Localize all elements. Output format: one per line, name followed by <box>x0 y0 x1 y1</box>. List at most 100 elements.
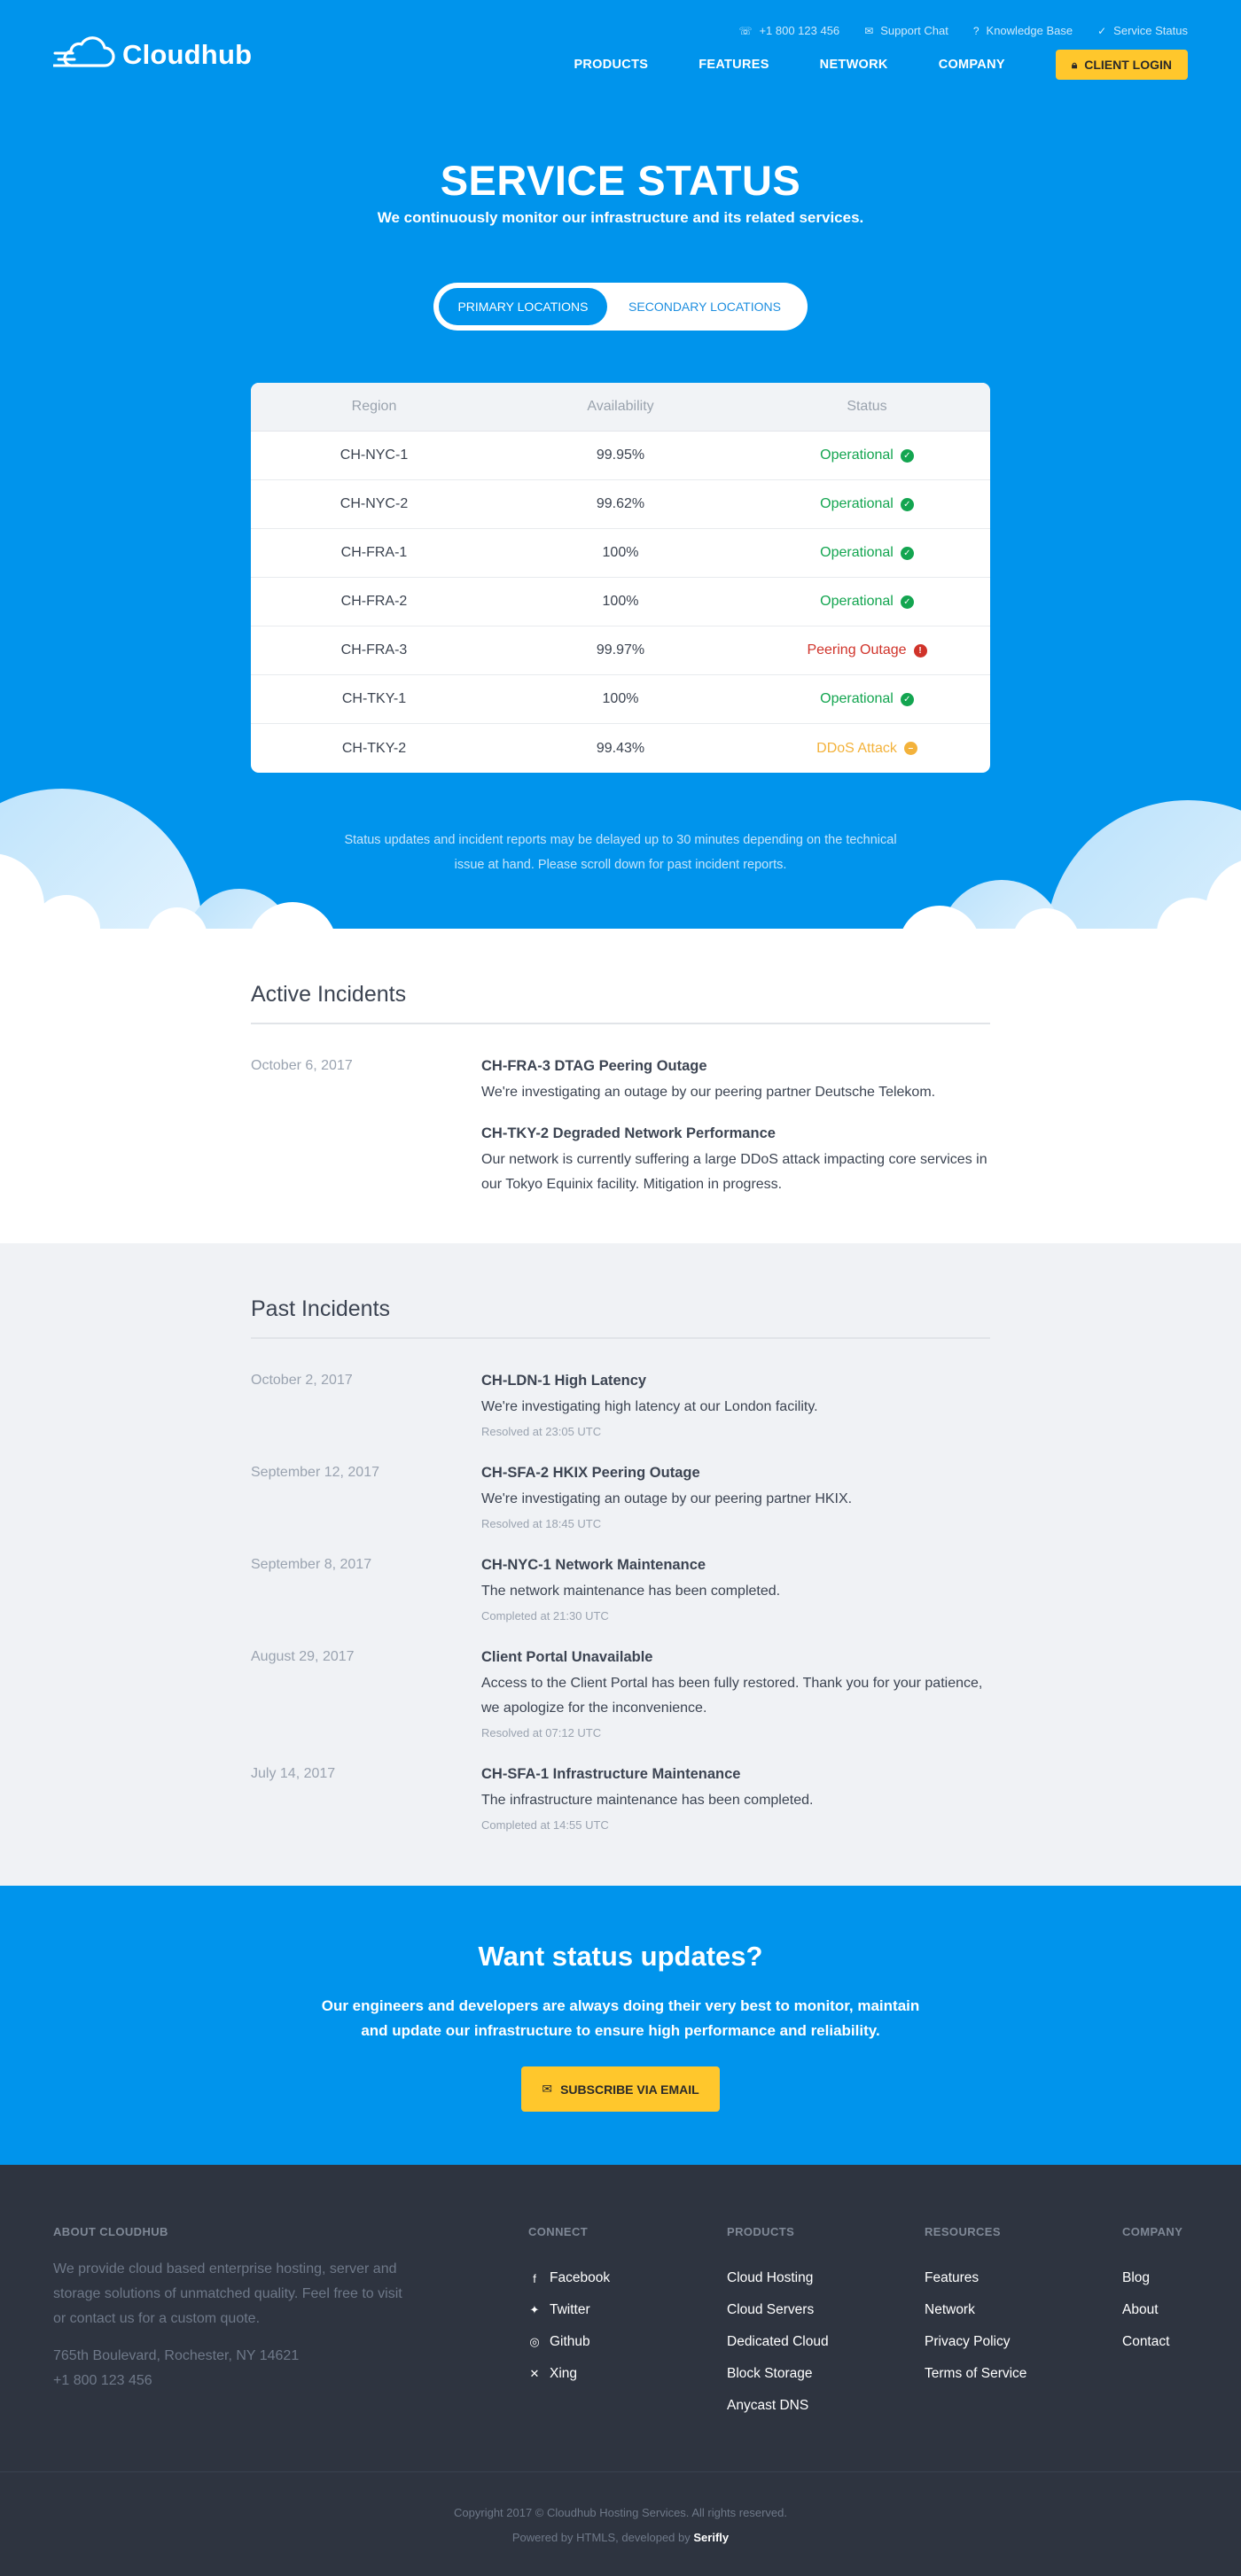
footer-resources: RESOURCES Features Network Privacy Polic… <box>925 2225 1026 2390</box>
check-circle-icon: ✓ <box>900 497 914 511</box>
incident-date: September 8, 2017 <box>251 1557 372 1572</box>
status-cell: Operational ✓ <box>744 691 990 707</box>
check-icon: ✓ <box>1097 24 1107 37</box>
status-cell: Operational ✓ <box>744 447 990 463</box>
footer-link-features[interactable]: Features <box>925 2262 1026 2294</box>
tab-primary-locations[interactable]: PRIMARY LOCATIONS <box>439 288 607 325</box>
incident-resolution: Resolved at 07:12 UTC <box>481 1726 602 1739</box>
table-row: CH-NYC-2 99.62% Operational ✓ <box>251 480 990 529</box>
question-icon: ? <box>972 24 980 37</box>
footer-resources-title: RESOURCES <box>925 2225 1001 2238</box>
utility-service-status[interactable]: ✓ Service Status <box>1097 24 1188 37</box>
tab-secondary-locations[interactable]: SECONDARY LOCATIONS <box>607 288 802 325</box>
footer-link-terms-of-service[interactable]: Terms of Service <box>925 2358 1026 2390</box>
status-cell: Operational ✓ <box>744 496 990 512</box>
twitter-icon: ✦ <box>529 2303 540 2316</box>
footer-link-dedicated-cloud[interactable]: Dedicated Cloud <box>727 2326 829 2358</box>
footer-link-about[interactable]: About <box>1122 2294 1182 2326</box>
table-row: CH-FRA-2 100% Operational ✓ <box>251 578 990 626</box>
status-label: Operational <box>820 691 894 706</box>
table-row: CH-TKY-1 100% Operational ✓ <box>251 675 990 724</box>
footer-link-github[interactable]: ◎ Github <box>528 2326 610 2358</box>
table-row: CH-FRA-1 100% Operational ✓ <box>251 529 990 578</box>
nav-network[interactable]: NETWORK <box>820 58 888 72</box>
incident-body: CH-LDN-1 High Latency We're investigatin… <box>481 1373 990 1438</box>
footer-link-twitter[interactable]: ✦ Twitter <box>528 2294 610 2326</box>
incident-body: CH-FRA-3 DTAG Peering Outage We're inves… <box>481 1058 990 1105</box>
past-incidents-section: Past Incidents October 2, 2017 CH-LDN-1 … <box>0 1243 1241 1886</box>
footer-resources-list: Features Network Privacy Policy Terms of… <box>925 2262 1026 2390</box>
xing-icon: ✕ <box>529 2367 540 2380</box>
footer-connect: CONNECT f Facebook ✦ Twitter ◎ Github ✕ Xing <box>528 2225 610 2390</box>
nav-products[interactable]: PRODUCTS <box>574 58 648 72</box>
incident-date: October 2, 2017 <box>251 1373 353 1388</box>
incident-body: Client Portal Unavailable Access to the … <box>481 1649 990 1739</box>
incident-resolution: Completed at 21:30 UTC <box>481 1609 609 1623</box>
nav-features[interactable]: FEATURES <box>699 58 769 72</box>
incident-title: CH-FRA-3 DTAG Peering Outage <box>481 1058 707 1074</box>
subscribe-button[interactable]: ✉ SUBSCRIBE VIA EMAIL <box>521 2066 720 2112</box>
footer-link-label: Facebook <box>550 2270 611 2285</box>
utility-phone[interactable]: ☏ +1 800 123 456 <box>738 24 839 37</box>
region-cell: CH-FRA-3 <box>340 642 408 658</box>
incident-text: Our network is currently suffering a lar… <box>481 1152 987 1192</box>
exclamation-circle-icon: ! <box>913 643 927 658</box>
client-login-label: CLIENT LOGIN <box>1084 58 1172 72</box>
footer-link-label: Github <box>550 2334 590 2349</box>
footer-link-cloud-servers[interactable]: Cloud Servers <box>727 2294 829 2326</box>
github-icon: ◎ <box>529 2335 540 2348</box>
footer-company: COMPANY Blog About Contact <box>1122 2225 1182 2358</box>
status-note: Status updates and incident reports may … <box>344 833 897 872</box>
incident-resolution: Resolved at 18:45 UTC <box>481 1517 602 1530</box>
copyright: Copyright 2017 © Cloudhub Hosting Servic… <box>454 2506 787 2519</box>
status-label: Operational <box>820 545 894 560</box>
subscribe-section: Want status updates? Our engineers and d… <box>0 1886 1241 2165</box>
subscribe-button-label: SUBSCRIBE VIA EMAIL <box>560 2082 699 2097</box>
footer-link-privacy-policy[interactable]: Privacy Policy <box>925 2326 1026 2358</box>
footer-company-list: Blog About Contact <box>1122 2262 1182 2358</box>
utility-knowledge-base[interactable]: ? Knowledge Base <box>973 24 1073 37</box>
footer-link-block-storage[interactable]: Block Storage <box>727 2358 829 2390</box>
page-title: SERVICE STATUS <box>440 157 801 204</box>
availability-cell: 99.95% <box>596 447 645 463</box>
nav-company[interactable]: COMPANY <box>939 58 1005 72</box>
footer-products-list: Cloud Hosting Cloud Servers Dedicated Cl… <box>727 2262 829 2422</box>
chat-icon: ✉ <box>864 24 874 37</box>
footer-about-text: We provide cloud based enterprise hostin… <box>53 2261 402 2326</box>
footer-link-network[interactable]: Network <box>925 2294 1026 2326</box>
check-circle-icon: ✓ <box>900 692 914 706</box>
past-incidents-container: Past Incidents October 2, 2017 CH-LDN-1 … <box>251 1296 990 1832</box>
incident-text: Access to the Client Portal has been ful… <box>481 1676 983 1716</box>
status-table-header: Region Availability Status <box>251 383 990 432</box>
availability-cell: 100% <box>602 691 639 706</box>
status-label: Operational <box>820 594 894 609</box>
footer-link-facebook[interactable]: f Facebook <box>528 2262 610 2294</box>
developer-link[interactable]: Serifly <box>693 2531 729 2544</box>
footer-link-contact[interactable]: Contact <box>1122 2326 1182 2358</box>
check-circle-icon: ✓ <box>900 448 914 463</box>
incident-text: The infrastructure maintenance has been … <box>481 1793 814 1808</box>
brand-name: Cloudhub <box>122 39 253 70</box>
utility-support-chat[interactable]: ✉ Support Chat <box>864 24 948 37</box>
footer-link-cloud-hosting[interactable]: Cloud Hosting <box>727 2262 829 2294</box>
footer-products-title: PRODUCTS <box>727 2225 795 2238</box>
incident-body: CH-NYC-1 Network Maintenance The network… <box>481 1557 990 1623</box>
powered-by: Powered by HTMLS, developed by Serifly <box>0 2531 1241 2544</box>
region-cell: CH-FRA-2 <box>340 594 408 609</box>
incident-body: CH-TKY-2 Degraded Network Performance Ou… <box>481 1125 990 1197</box>
footer-about-title: ABOUT CLOUDHUB <box>53 2225 168 2238</box>
footer-link-label: Twitter <box>550 2302 590 2317</box>
footer-about: ABOUT CLOUDHUB <box>53 2225 168 2238</box>
footer-link-anycast-dns[interactable]: Anycast DNS <box>727 2390 829 2422</box>
region-cell: CH-TKY-1 <box>341 691 407 706</box>
client-login-button[interactable]: 🔒︎ CLIENT LOGIN <box>1055 50 1188 80</box>
past-incidents-title: Past Incidents <box>251 1296 391 1321</box>
incident-resolution: Completed at 14:55 UTC <box>481 1818 609 1832</box>
footer-link-blog[interactable]: Blog <box>1122 2262 1182 2294</box>
logo[interactable]: Cloudhub <box>53 35 252 74</box>
check-circle-icon: ✓ <box>900 595 914 609</box>
footer-connect-title: CONNECT <box>528 2225 589 2238</box>
status-table: Region Availability Status CH-NYC-1 99.9… <box>251 383 990 773</box>
status-label: Peering Outage <box>807 642 907 658</box>
footer-link-xing[interactable]: ✕ Xing <box>528 2358 610 2390</box>
